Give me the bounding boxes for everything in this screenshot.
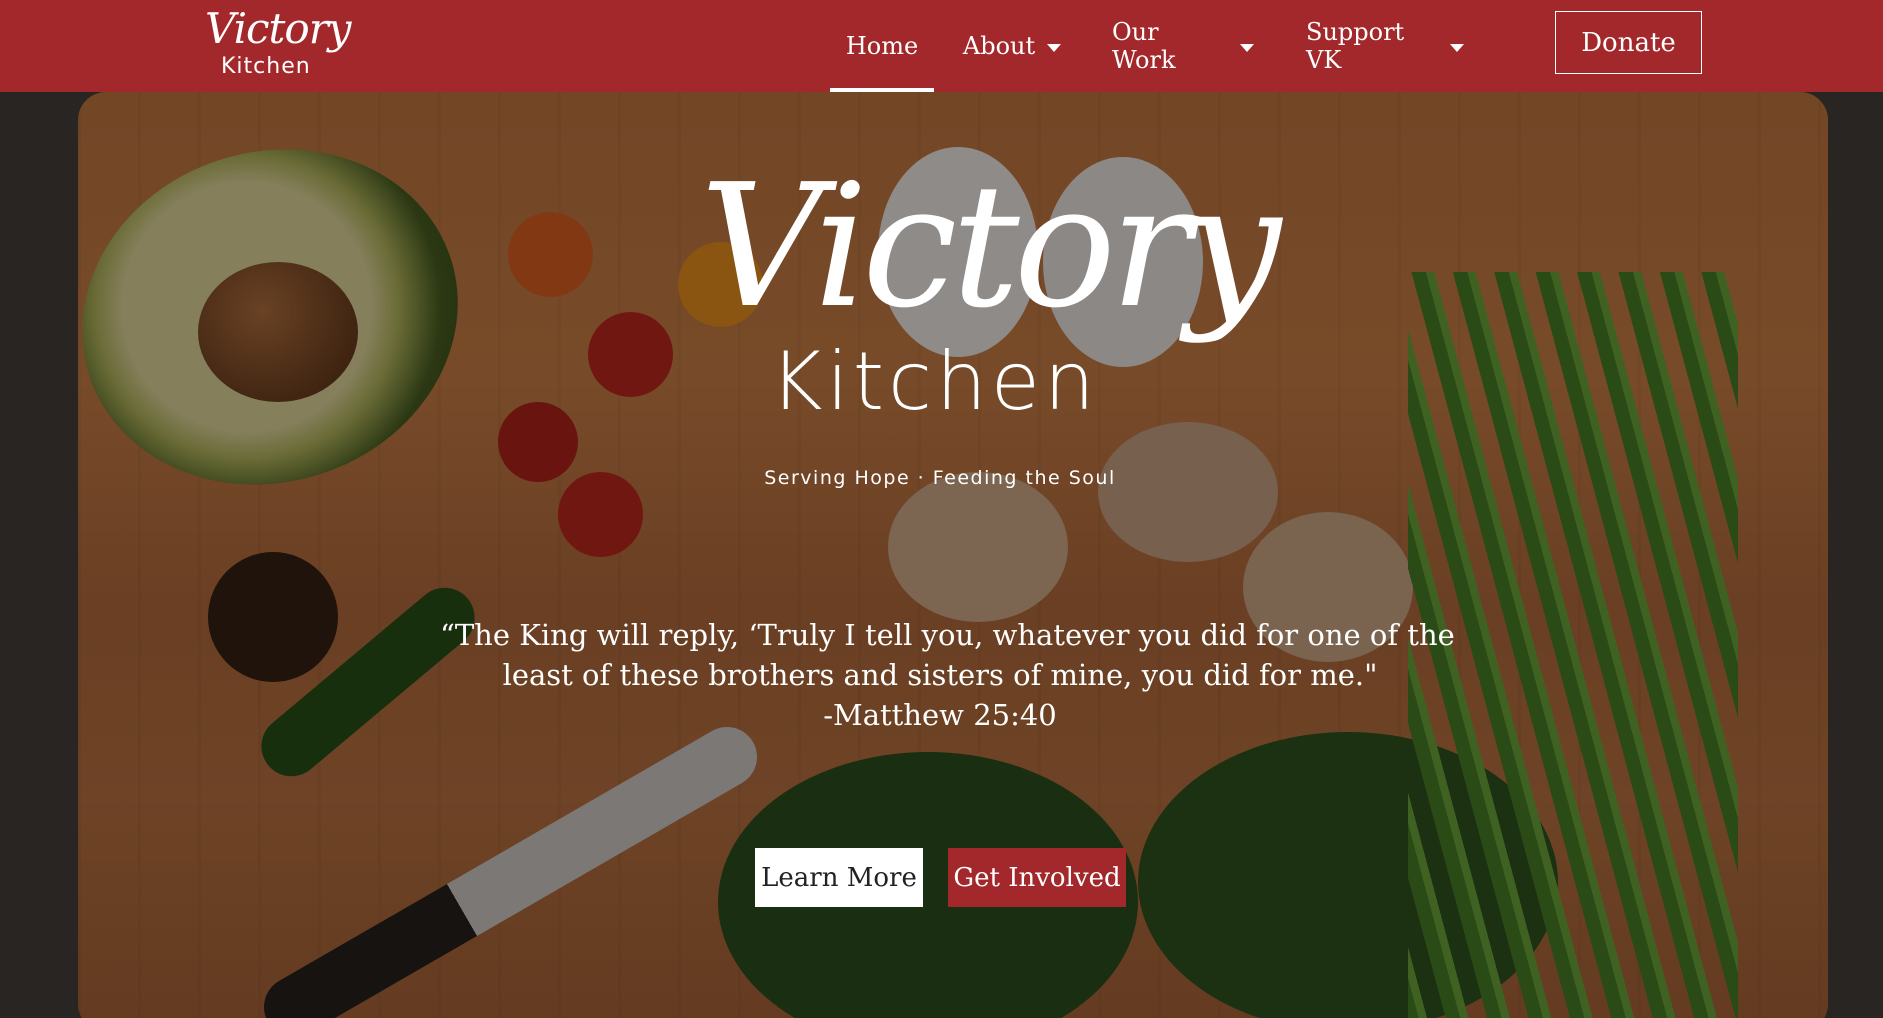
quote-line-1: “The King will reply, ‘Truly I tell you,…	[440, 618, 1455, 652]
nav-label-about: About	[962, 32, 1036, 60]
logo-wordmark-kitchen: Kitchen	[221, 54, 311, 79]
hero-tagline: Serving Hope · Feeding the Soul	[764, 467, 1116, 489]
header-logo[interactable]: Victory Kitchen	[205, 4, 352, 82]
donate-button[interactable]: Donate	[1555, 11, 1702, 74]
hero-logo-victory: Victory	[700, 148, 1281, 346]
hero-section: Victory Kitchen Serving Hope · Feeding t…	[0, 92, 1883, 1018]
quote-attribution: -Matthew 25:40	[823, 698, 1057, 732]
get-involved-button[interactable]: Get Involved	[948, 848, 1126, 907]
nav-item-about[interactable]: About	[960, 0, 1064, 92]
learn-more-button[interactable]: Learn More	[755, 848, 923, 907]
nav-label-support-vk: Support VK	[1306, 18, 1405, 74]
logo-wordmark-victory: Victory	[205, 4, 352, 53]
caret-down-icon	[1047, 44, 1062, 52]
nav-item-our-work[interactable]: Our Work	[1112, 0, 1254, 92]
nav-item-home[interactable]: Home	[830, 0, 934, 92]
nav-label-our-work: Our Work	[1112, 18, 1176, 74]
nav-label-home: Home	[845, 32, 919, 60]
hero-logo-kitchen: Kitchen	[770, 335, 1099, 428]
active-nav-underline	[830, 88, 934, 92]
nav-item-support-vk[interactable]: Support VK	[1306, 0, 1464, 92]
caret-down-icon	[1240, 44, 1254, 52]
site-header: Victory Kitchen Home About Our Work Supp…	[0, 0, 1883, 92]
caret-down-icon	[1450, 44, 1464, 52]
scripture-quote: “The King will reply, ‘Truly I tell you,…	[440, 615, 1455, 735]
quote-line-2: least of these brothers and sisters of m…	[502, 658, 1378, 692]
